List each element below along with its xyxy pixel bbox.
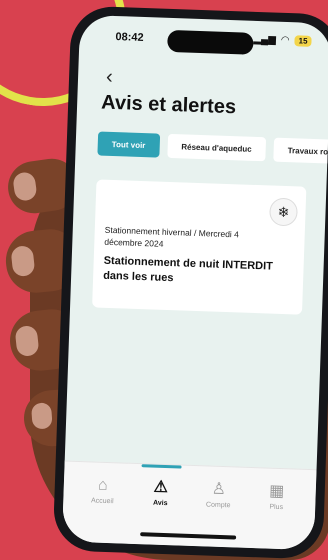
phone: 08:42 ▂▄▆ ◠ 15 ‹ Avis et alertes Tout vo… <box>52 5 328 560</box>
warning-icon: ⚠ <box>153 478 169 497</box>
tab-tout-voir[interactable]: Tout voir <box>97 131 160 158</box>
dynamic-island <box>167 29 254 55</box>
alert-meta: Stationnement hivernal / Mercredi 4 déce… <box>104 224 240 249</box>
home-icon: ⌂ <box>97 476 108 495</box>
nav-label: Compte <box>205 501 231 510</box>
grid-icon: ▦ <box>268 482 285 501</box>
user-icon: ♙ <box>211 480 227 499</box>
nav-label: Accueil <box>90 497 114 506</box>
tab-travaux-routiers[interactable]: Travaux routie <box>273 137 328 165</box>
nav-plus[interactable]: ▦ Plus <box>251 468 302 550</box>
filter-tabs: Tout voir Réseau d'aqueduc Travaux routi… <box>97 131 328 165</box>
alert-card[interactable]: ❄ Stationnement hivernal / Mercredi 4 dé… <box>92 179 307 315</box>
page-title: Avis et alertes <box>100 91 237 119</box>
battery-icon: 15 <box>294 35 312 47</box>
signal-icon: ▂▄▆ <box>253 33 277 46</box>
nav-label: Avis <box>152 499 168 508</box>
wifi-icon: ◠ <box>280 34 290 47</box>
chevron-left-icon[interactable]: ‹ <box>106 66 113 89</box>
status-time: 08:42 <box>115 31 144 44</box>
alert-headline: Stationnement de nuit INTERDIT dans les … <box>102 254 274 285</box>
snowflake-icon: ❄ <box>269 197 298 227</box>
status-icons: ▂▄▆ ◠ 15 <box>253 33 312 47</box>
nav-label: Plus <box>269 503 284 512</box>
tab-reseau-aqueduc[interactable]: Réseau d'aqueduc <box>166 133 267 162</box>
phone-screen: 08:42 ▂▄▆ ◠ 15 ‹ Avis et alertes Tout vo… <box>61 14 328 551</box>
nav-accueil[interactable]: ⌂ Accueil <box>77 462 128 544</box>
